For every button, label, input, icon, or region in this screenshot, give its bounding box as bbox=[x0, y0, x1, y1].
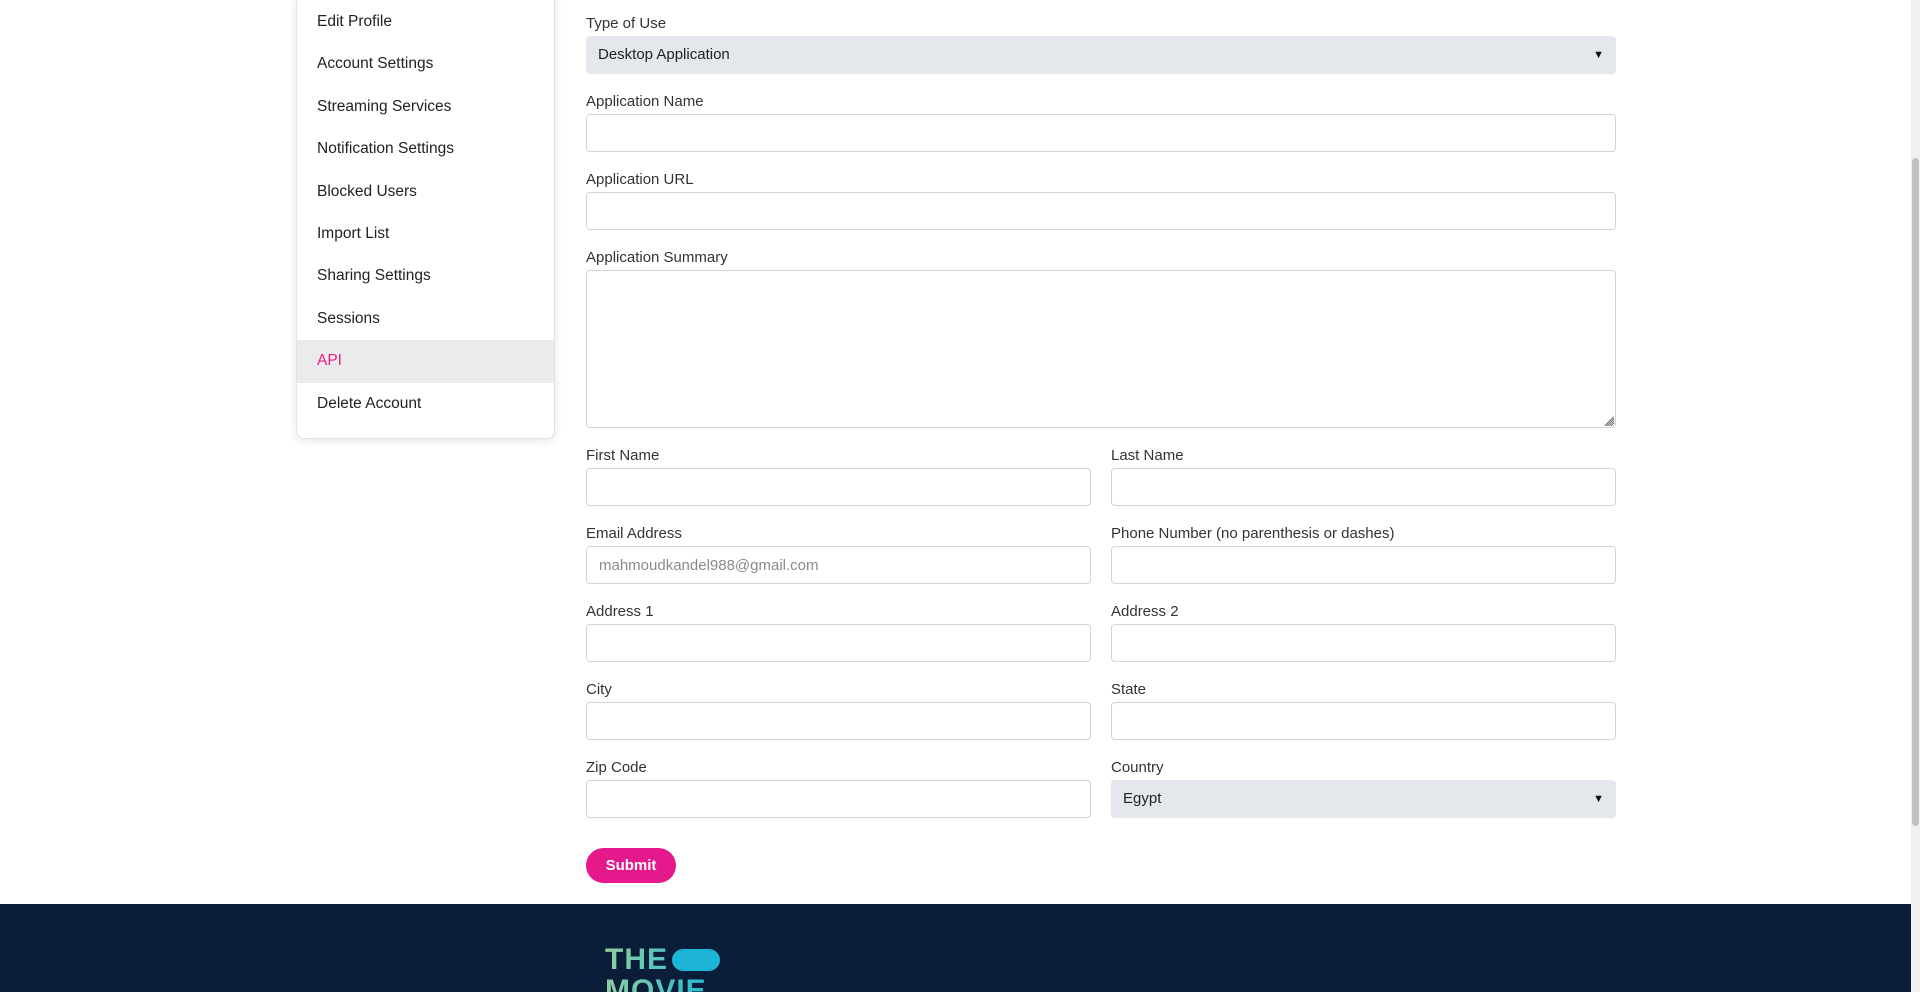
address1-label: Address 1 bbox=[586, 603, 654, 620]
address1-input[interactable] bbox=[586, 624, 1091, 662]
phone-input[interactable] bbox=[1111, 546, 1616, 584]
type-of-use-value: Desktop Application bbox=[598, 46, 730, 63]
phone-label: Phone Number (no parenthesis or dashes) bbox=[1111, 525, 1395, 542]
chevron-down-icon: ▼ bbox=[1593, 49, 1604, 61]
email-label: Email Address bbox=[586, 525, 682, 542]
site-footer: THE MOVIE bbox=[0, 904, 1911, 992]
sidebar-item-edit-profile[interactable]: Edit Profile bbox=[297, 1, 554, 43]
logo-line-1: THE bbox=[605, 944, 745, 975]
address2-label: Address 2 bbox=[1111, 603, 1179, 620]
last-name-input[interactable] bbox=[1111, 468, 1616, 506]
sidebar-item-sessions[interactable]: Sessions bbox=[297, 298, 554, 340]
application-name-label: Application Name bbox=[586, 93, 704, 110]
application-summary-label: Application Summary bbox=[586, 249, 728, 266]
page-scrollbar[interactable] bbox=[1911, 0, 1920, 992]
application-url-label: Application URL bbox=[586, 171, 694, 188]
sidebar-item-streaming-services[interactable]: Streaming Services bbox=[297, 86, 554, 128]
sidebar-item-import-list[interactable]: Import List bbox=[297, 213, 554, 255]
sidebar-item-api[interactable]: API bbox=[297, 340, 554, 383]
sidebar-item-account-settings[interactable]: Account Settings bbox=[297, 43, 554, 85]
sidebar-item-delete-account[interactable]: Delete Account bbox=[297, 383, 554, 425]
settings-sidebar: Edit Profile Account Settings Streaming … bbox=[296, 0, 555, 439]
application-url-input[interactable] bbox=[586, 192, 1616, 230]
application-summary-textarea[interactable] bbox=[586, 270, 1616, 428]
tmdb-logo[interactable]: THE MOVIE bbox=[605, 944, 745, 992]
city-label: City bbox=[586, 681, 612, 698]
settings-page: Edit Profile Account Settings Streaming … bbox=[0, 0, 1911, 992]
logo-line-2: MOVIE bbox=[605, 975, 745, 992]
sidebar-item-notification-settings[interactable]: Notification Settings bbox=[297, 128, 554, 170]
application-summary-wrapper bbox=[586, 270, 1616, 428]
sidebar-item-blocked-users[interactable]: Blocked Users bbox=[297, 171, 554, 213]
city-input[interactable] bbox=[586, 702, 1091, 740]
last-name-label: Last Name bbox=[1111, 447, 1184, 464]
country-label: Country bbox=[1111, 759, 1164, 776]
country-select[interactable]: Egypt ▼ bbox=[1111, 780, 1616, 818]
application-name-input[interactable] bbox=[586, 114, 1616, 152]
zip-code-label: Zip Code bbox=[586, 759, 647, 776]
submit-button[interactable]: Submit bbox=[586, 848, 676, 883]
country-value: Egypt bbox=[1123, 790, 1162, 807]
type-of-use-select[interactable]: Desktop Application ▼ bbox=[586, 36, 1616, 74]
first-name-label: First Name bbox=[586, 447, 660, 464]
first-name-input[interactable] bbox=[586, 468, 1091, 506]
state-label: State bbox=[1111, 681, 1147, 698]
sidebar-item-sharing-settings[interactable]: Sharing Settings bbox=[297, 255, 554, 297]
type-of-use-label: Type of Use bbox=[586, 15, 667, 32]
zip-code-input[interactable] bbox=[586, 780, 1091, 818]
state-input[interactable] bbox=[1111, 702, 1616, 740]
email-field[interactable] bbox=[586, 546, 1091, 584]
chevron-down-icon: ▼ bbox=[1593, 793, 1604, 805]
address2-input[interactable] bbox=[1111, 624, 1616, 662]
scrollbar-thumb[interactable] bbox=[1912, 158, 1919, 826]
logo-pill-icon bbox=[672, 948, 720, 971]
